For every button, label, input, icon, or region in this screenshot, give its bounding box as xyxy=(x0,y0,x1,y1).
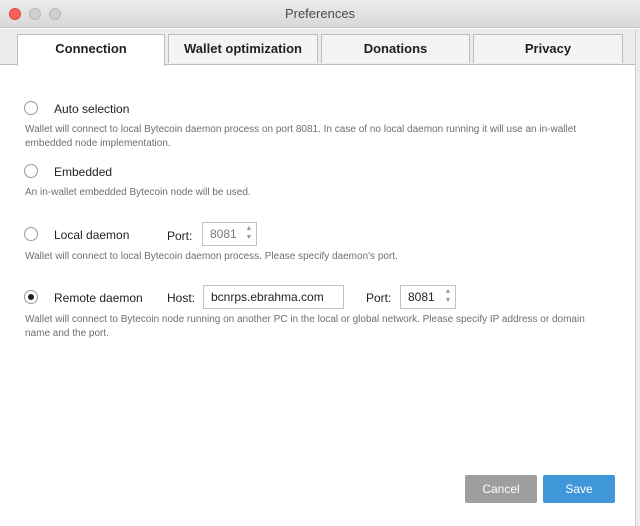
local-port-stepper-buttons[interactable]: ▲ ▼ xyxy=(243,225,255,243)
embedded-label[interactable]: Embedded xyxy=(54,165,112,179)
connection-panel: Auto selection Wallet will connect to lo… xyxy=(0,65,640,526)
save-button[interactable]: Save xyxy=(543,475,615,503)
tab-donations[interactable]: Donations xyxy=(321,34,470,63)
remote-daemon-radio[interactable] xyxy=(24,290,38,304)
remote-daemon-label[interactable]: Remote daemon xyxy=(54,291,143,305)
title-bar: Preferences xyxy=(0,0,640,28)
chevron-up-icon[interactable]: ▲ xyxy=(442,288,454,297)
local-port-stepper[interactable]: 8081 ▲ ▼ xyxy=(202,222,257,246)
preferences-window: Preferences Connection Wallet optimizati… xyxy=(0,0,640,526)
remote-daemon-description: Wallet will connect to Bytecoin node run… xyxy=(25,314,585,339)
auto-selection-label[interactable]: Auto selection xyxy=(54,102,129,116)
local-daemon-label[interactable]: Local daemon xyxy=(54,228,129,242)
remote-host-label: Host: xyxy=(167,291,196,305)
remote-port-stepper-buttons[interactable]: ▲ ▼ xyxy=(442,288,454,306)
chevron-down-icon[interactable]: ▼ xyxy=(243,234,255,243)
window-title: Preferences xyxy=(284,6,356,21)
chevron-up-icon[interactable]: ▲ xyxy=(243,225,255,234)
embedded-description: An in-wallet embedded Bytecoin node will… xyxy=(25,187,251,198)
remote-port-stepper[interactable]: 8081 ▲ ▼ xyxy=(400,285,456,309)
remote-port-label: Port: xyxy=(366,291,392,305)
tab-privacy[interactable]: Privacy xyxy=(473,34,623,63)
tab-bar: Connection Wallet optimization Donations… xyxy=(0,29,640,66)
local-port-label: Port: xyxy=(167,229,193,243)
tab-wallet-optimization[interactable]: Wallet optimization xyxy=(168,34,318,63)
local-daemon-radio[interactable] xyxy=(24,227,38,241)
local-daemon-description: Wallet will connect to local Bytecoin da… xyxy=(25,251,398,262)
local-port-value: 8081 xyxy=(210,227,237,241)
window-edge xyxy=(635,29,640,526)
auto-selection-description: Wallet will connect to local Bytecoin da… xyxy=(25,124,577,149)
chevron-down-icon[interactable]: ▼ xyxy=(442,297,454,306)
remote-port-value: 8081 xyxy=(408,290,435,304)
tab-connection[interactable]: Connection xyxy=(17,34,165,66)
auto-selection-radio[interactable] xyxy=(24,101,38,115)
remote-host-input[interactable]: bcnrps.ebrahma.com xyxy=(203,285,344,309)
embedded-radio[interactable] xyxy=(24,164,38,178)
cancel-button[interactable]: Cancel xyxy=(465,475,537,503)
